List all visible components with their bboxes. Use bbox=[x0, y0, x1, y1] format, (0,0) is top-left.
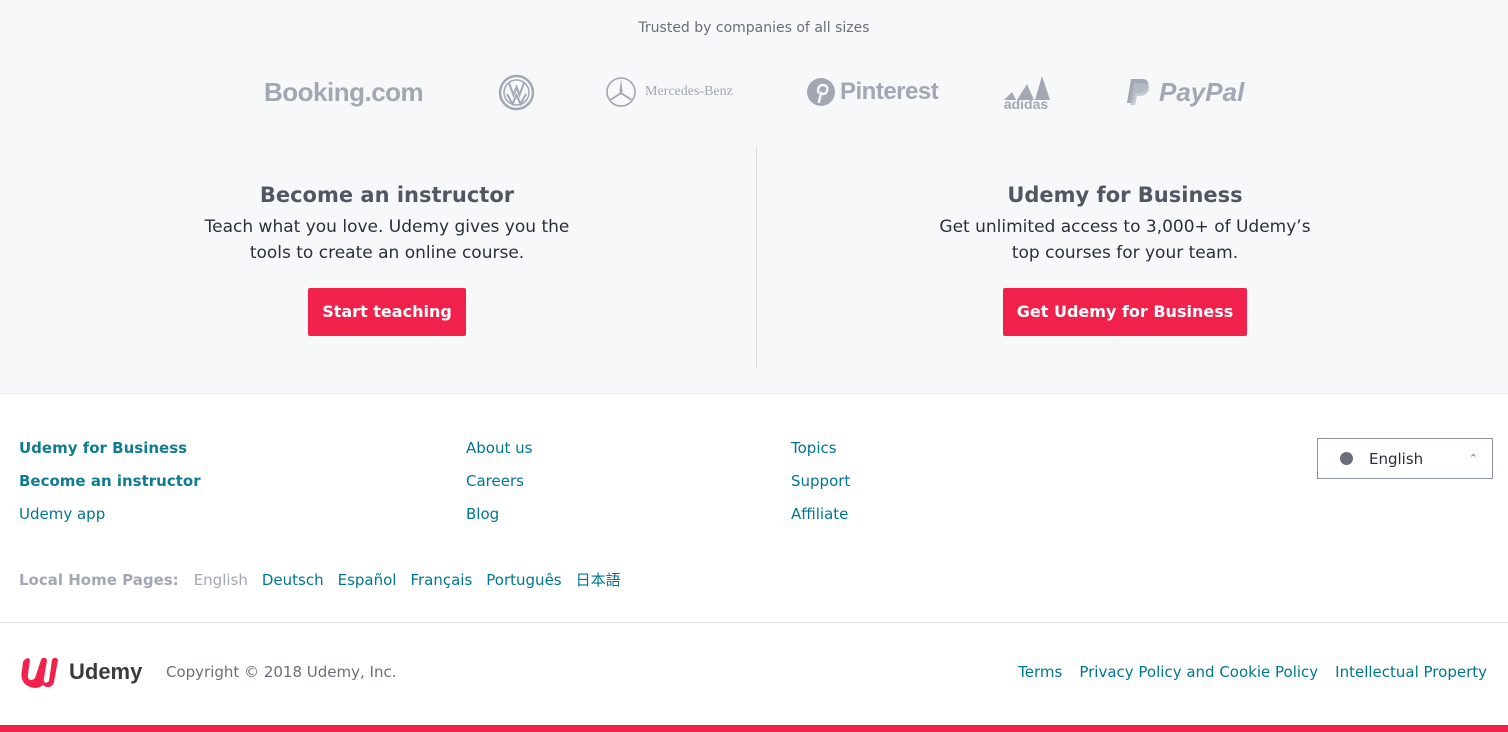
adidas-logo: adidas bbox=[1000, 70, 1052, 114]
volkswagen-logo bbox=[498, 70, 535, 114]
copyright-text: Copyright © 2018 Udemy, Inc. bbox=[166, 663, 397, 681]
instructor-promo: Become an instructor Teach what you love… bbox=[137, 180, 637, 336]
trusted-heading: Trusted by companies of all sizes bbox=[638, 20, 870, 36]
local-home-portugues[interactable]: Português bbox=[486, 571, 561, 589]
footer-divider bbox=[0, 622, 1508, 623]
footer-link-udemy-for-business[interactable]: Udemy for Business bbox=[19, 437, 201, 459]
mercedes-logo-text: Mercedes-Benz bbox=[645, 84, 733, 99]
footer-link-blog[interactable]: Blog bbox=[466, 503, 532, 525]
business-line-2: top courses for your team. bbox=[1011, 243, 1239, 263]
instructor-line-1: Teach what you love. Udemy gives you the bbox=[204, 217, 570, 237]
booking-logo: Booking.com bbox=[264, 70, 424, 114]
paypal-p-icon bbox=[1127, 79, 1150, 105]
globe-icon bbox=[1340, 452, 1353, 465]
udemy-wordmark: Udemy bbox=[69, 659, 143, 684]
chevron-up-icon: ⌃ bbox=[1468, 452, 1478, 465]
language-select[interactable]: English ⌃ bbox=[1317, 438, 1493, 479]
business-title: Udemy for Business bbox=[1007, 183, 1243, 207]
footer-column-1: Udemy for Business Become an instructor … bbox=[19, 437, 201, 536]
vertical-divider bbox=[756, 146, 757, 369]
udemy-u-icon bbox=[21, 657, 59, 688]
get-udemy-business-button[interactable]: Get Udemy for Business bbox=[1002, 288, 1248, 336]
adidas-logo-text: adidas bbox=[1003, 96, 1049, 112]
local-home-japanese[interactable]: 日本語 bbox=[576, 569, 621, 590]
top-section: Trusted by companies of all sizes Bookin… bbox=[0, 0, 1508, 394]
legal-links: Terms Privacy Policy and Cookie Policy I… bbox=[1018, 663, 1487, 681]
instructor-title: Become an instructor bbox=[259, 183, 515, 207]
footer-link-about-us[interactable]: About us bbox=[466, 437, 532, 459]
footer-link-careers[interactable]: Careers bbox=[466, 470, 532, 492]
business-promo: Udemy for Business Get unlimited access … bbox=[875, 180, 1375, 336]
paypal-logo-text: PayPal bbox=[1159, 76, 1245, 107]
local-home-pages: Local Home Pages: English Deutsch Españo… bbox=[19, 569, 621, 590]
pinterest-logo-text: Pinterest bbox=[840, 78, 939, 105]
local-home-espanol[interactable]: Español bbox=[338, 571, 397, 589]
mercedes-star-icon bbox=[606, 77, 636, 107]
footer-link-topics[interactable]: Topics bbox=[791, 437, 850, 459]
legal-link-privacy[interactable]: Privacy Policy and Cookie Policy bbox=[1079, 663, 1318, 681]
footer-link-affiliate[interactable]: Affiliate bbox=[791, 503, 850, 525]
mercedes-logo: Mercedes-Benz bbox=[605, 70, 733, 114]
local-home-deutsch[interactable]: Deutsch bbox=[262, 571, 324, 589]
legal-link-ip[interactable]: Intellectual Property bbox=[1335, 663, 1487, 681]
local-home-current: English bbox=[193, 570, 248, 589]
footer-column-3: Topics Support Affiliate bbox=[791, 437, 850, 536]
footer-link-udemy-app[interactable]: Udemy app bbox=[19, 503, 201, 525]
footer-column-2: About us Careers Blog bbox=[466, 437, 532, 536]
start-teaching-button[interactable]: Start teaching bbox=[308, 288, 466, 336]
volkswagen-icon bbox=[498, 74, 535, 110]
paypal-logo: PayPal bbox=[1125, 70, 1244, 114]
footer-link-become-instructor[interactable]: Become an instructor bbox=[19, 470, 201, 492]
legal-link-terms[interactable]: Terms bbox=[1018, 663, 1062, 681]
local-home-label: Local Home Pages: bbox=[19, 570, 179, 589]
language-select-value: English bbox=[1369, 449, 1424, 468]
udemy-logo[interactable]: Udemy bbox=[19, 654, 142, 690]
local-home-francais[interactable]: Français bbox=[410, 571, 472, 589]
footer-link-support[interactable]: Support bbox=[791, 470, 850, 492]
instructor-line-2: tools to create an online course. bbox=[249, 243, 525, 263]
pinterest-logo: Pinterest bbox=[806, 70, 939, 114]
pinterest-p-icon bbox=[807, 78, 835, 106]
booking-logo-text: Booking.com bbox=[264, 76, 424, 107]
bottom-accent-bar bbox=[0, 725, 1508, 732]
business-line-1: Get unlimited access to 3,000+ of Udemy’… bbox=[939, 217, 1311, 237]
